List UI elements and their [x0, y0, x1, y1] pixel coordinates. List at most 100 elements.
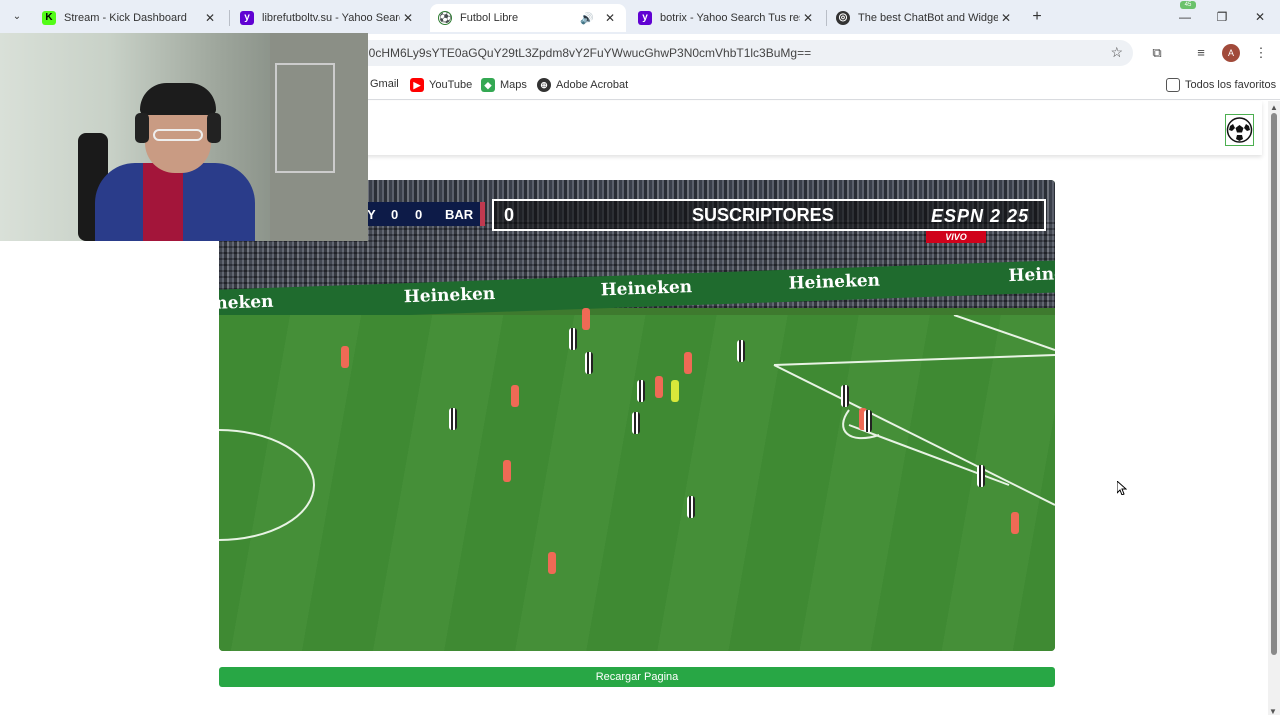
openai-icon: ◎ — [836, 11, 850, 25]
yahoo-icon: y — [240, 11, 254, 25]
tab-yahoo-botrix[interactable]: y botrix - Yahoo Search Tus resultados ✕ — [630, 4, 824, 32]
acrobat-icon: ⊕ — [537, 78, 551, 92]
network-year: 2 25 — [990, 206, 1030, 226]
scroll-up-arrow-icon[interactable]: ▲ — [1270, 103, 1278, 112]
url-text[interactable]: l0cHM6Ly9sYTE0aGQuY29tL3Zpdm8vY2FuYWwucG… — [366, 46, 811, 60]
player-figure — [569, 328, 577, 350]
maps-icon: ◆ — [481, 78, 495, 92]
bookmark-label: Todos los favoritos — [1185, 79, 1277, 91]
webcam-overlay — [0, 33, 368, 241]
minimize-icon[interactable]: — — [1175, 8, 1195, 26]
headset-left — [135, 113, 149, 143]
ad-text: Heineken — [600, 277, 693, 301]
player-figure — [684, 352, 692, 374]
tab-separator — [826, 10, 827, 26]
bookmark-label: Maps — [500, 79, 527, 91]
media-controls-icon[interactable]: ≡ — [1192, 44, 1210, 62]
bookmark-label: Adobe Acrobat — [556, 79, 629, 91]
tab-kick[interactable]: K Stream - Kick Dashboard ✕ — [34, 4, 226, 32]
espn-logo: ESPN 2 25 — [931, 206, 1029, 227]
page-scrollbar[interactable] — [1268, 101, 1280, 715]
player-figure — [655, 376, 663, 398]
bookmark-label: YouTube — [429, 79, 473, 91]
scrollbar-thumb[interactable] — [1271, 113, 1277, 655]
vivo-badge: VIVO — [926, 231, 986, 243]
close-tab-icon[interactable]: ✕ — [202, 10, 218, 26]
tab-yahoo-librefutbol[interactable]: y librefutboltv.su - Yahoo Search ✕ — [232, 4, 424, 32]
ad-text: ineken — [219, 291, 274, 314]
address-bar[interactable]: l0cHM6Ly9sYTE0aGQuY29tL3Zpdm8vY2FuYWwucG… — [340, 40, 1133, 66]
youtube-icon: ▶ — [410, 78, 424, 92]
tab-futbol-libre[interactable]: ⚽ Futbol Libre 🔊 ✕ — [430, 4, 626, 32]
video-player[interactable]: ineken Heineken Heineken Heineken Heine … — [219, 180, 1055, 651]
player-figure — [548, 552, 556, 574]
close-window-icon[interactable]: ✕ — [1250, 8, 1270, 26]
scroll-down-arrow-icon[interactable]: ▼ — [1269, 707, 1277, 716]
player-figure — [864, 410, 872, 432]
tab-title: Stream - Kick Dashboard — [64, 12, 187, 24]
player-figure — [632, 412, 640, 434]
referee-figure — [671, 380, 679, 402]
menu-kebab-icon[interactable]: ⋮ — [1252, 44, 1270, 62]
tab-chatbot[interactable]: ◎ The best ChatBot and Widgets ✕ — [828, 4, 1022, 32]
folder-icon — [1166, 78, 1180, 92]
tab-title: librefutboltv.su - Yahoo Search — [262, 12, 400, 24]
mouse-cursor-icon — [1117, 481, 1127, 495]
bookmark-all-favorites[interactable]: Todos los favoritos — [1166, 78, 1276, 92]
soccer-ball-icon: ⚽ — [438, 11, 452, 25]
home-score: 0 — [391, 206, 399, 222]
extensions-icon[interactable]: ⧉ — [1148, 44, 1166, 62]
bookmark-acrobat[interactable]: ⊕ Adobe Acrobat — [537, 78, 628, 92]
ad-text: Heineken — [403, 284, 496, 308]
subscriber-count: 0 — [504, 205, 515, 225]
tab-search-chevron-icon[interactable]: ⌄ — [8, 9, 26, 25]
bookmark-gmail[interactable]: Gmail — [370, 78, 399, 90]
tab-separator — [229, 10, 230, 26]
new-tab-button[interactable]: + — [1028, 8, 1046, 26]
reload-page-button[interactable]: Recargar Pagina — [219, 667, 1055, 687]
close-tab-icon[interactable]: ✕ — [998, 10, 1014, 26]
tab-title: The best ChatBot and Widgets — [858, 12, 998, 24]
subscriber-label: SUSCRIPTORES — [692, 205, 834, 225]
headset-right — [207, 113, 221, 143]
tab-strip: ⌄ K Stream - Kick Dashboard ✕ y librefut… — [0, 0, 1280, 34]
player-figure — [503, 460, 511, 482]
player-figure — [841, 385, 849, 407]
bookmark-maps[interactable]: ◆ Maps — [481, 78, 527, 92]
player-figure — [977, 465, 985, 487]
player-figure — [585, 352, 593, 374]
ad-text: Heine — [1008, 264, 1055, 287]
player-figure — [582, 308, 590, 330]
away-team: BAR — [445, 206, 474, 222]
player-figure — [637, 380, 645, 402]
tab-title: Futbol Libre — [460, 12, 519, 24]
player-figure — [687, 496, 695, 518]
avatar[interactable]: A — [1222, 44, 1240, 62]
close-tab-icon[interactable]: ✕ — [602, 10, 618, 26]
site-logo-soccer-ball-icon[interactable] — [1225, 114, 1254, 146]
kick-icon: K — [42, 11, 56, 25]
network-name: ESPN — [931, 206, 985, 226]
bookmark-youtube[interactable]: ▶ YouTube — [410, 78, 472, 92]
yahoo-icon: y — [638, 11, 652, 25]
tab-title: botrix - Yahoo Search Tus resultados — [660, 12, 800, 24]
streamer-cap — [140, 83, 216, 115]
player-figure — [449, 408, 457, 430]
restore-icon[interactable]: ❐ — [1212, 8, 1232, 26]
player-figure — [511, 385, 519, 407]
streamer-jersey — [95, 163, 255, 241]
player-figure — [737, 340, 745, 362]
speaker-icon[interactable]: 🔊 — [580, 12, 594, 25]
away-score: 0 — [415, 206, 423, 222]
streamer-glasses — [153, 129, 203, 141]
bookmark-label: Gmail — [370, 78, 399, 90]
home-team: Y — [367, 206, 376, 222]
close-tab-icon[interactable]: ✕ — [400, 10, 416, 26]
player-figure — [341, 346, 349, 368]
webcam-background-shelf — [275, 63, 335, 173]
subscribers-overlay: 0 SUSCRIPTORES ESPN 2 25 VIVO — [492, 199, 1046, 243]
ad-text: Heineken — [788, 270, 881, 294]
player-figure — [1011, 512, 1019, 534]
bookmark-star-icon[interactable]: ☆ — [1110, 44, 1123, 61]
close-tab-icon[interactable]: ✕ — [800, 10, 816, 26]
